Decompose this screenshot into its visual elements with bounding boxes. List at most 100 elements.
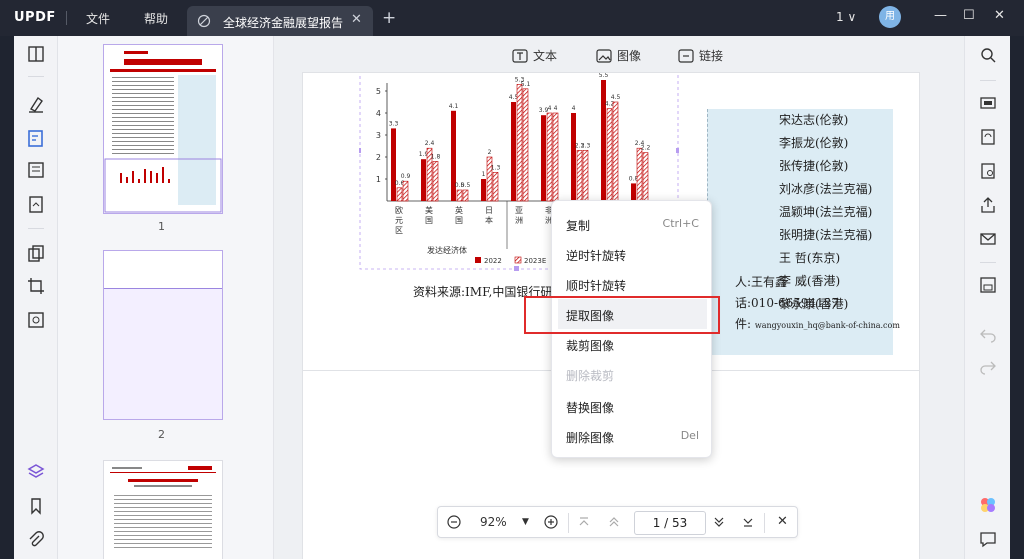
page-thumbnail-1[interactable] [103,44,223,214]
menu-help[interactable]: 帮助 [144,10,168,27]
contact-name: 王 哲(东京) [779,251,841,265]
image-tool[interactable]: 图像 [596,47,641,64]
legend-label: 2023E [524,257,546,265]
window-count[interactable]: 1 ∨ [836,10,856,24]
bookmark-icon[interactable] [26,496,46,516]
selection-handle [514,266,519,271]
zoom-dropdown-icon[interactable]: ▼ [522,517,529,527]
next-page-icon[interactable] [713,516,725,528]
menu-item-shortcut: Del [680,429,699,442]
layers-icon[interactable] [26,462,46,482]
bar-2022 [541,115,546,201]
edit-pdf-icon[interactable] [26,128,46,148]
edit-toolbar: 文本 图像 链接 [274,36,964,74]
bar-20 [582,150,589,202]
rail-divider [28,76,44,77]
thumbnail-panel: 1 2 [58,36,274,559]
page-thumbnail-3[interactable] [103,460,223,559]
menu-item-label: 删除裁剪 [566,369,615,383]
convert-icon[interactable] [979,128,997,146]
menu-item-rotate-ccw[interactable]: 逆时针旋转 [552,239,713,269]
contact-name: 李 威(香港) [779,274,841,288]
x-tick-label: 国 [455,216,463,225]
data-label: 2.2 [641,145,651,152]
contact-name: 宋达志(伦敦) [779,113,849,127]
y-tick-label: 2 [376,153,381,162]
legend-swatch [514,256,522,264]
menu-item-label: 顺时针旋转 [566,279,627,293]
bar-2023E [636,147,643,202]
y-tick-label: 4 [376,109,381,118]
first-page-icon[interactable] [578,516,590,528]
close-tab-icon[interactable]: ✕ [351,12,362,27]
previous-page-icon[interactable] [608,516,620,528]
window-edge [1010,36,1024,559]
ocr-icon[interactable] [979,94,997,112]
data-label: 2 [488,149,492,156]
close-toolbar-icon[interactable]: ✕ [777,514,788,529]
menu-item-delete-image[interactable]: 删除图像 Del [552,421,713,451]
highlighter-icon[interactable] [26,94,46,114]
bar-20 [522,88,529,202]
menu-file[interactable]: 文件 [86,10,110,27]
bar-2023E [576,150,583,202]
page-thumbnail-1-preview [104,45,222,213]
bar-2022 [481,179,486,201]
crop-icon[interactable] [26,276,46,296]
organize-pages-icon[interactable] [26,244,46,264]
bar-2022 [601,80,606,201]
menu-item-shortcut: Ctrl+C [662,217,699,230]
bar-20 [462,189,469,202]
document-tab[interactable]: 全球经济金融展望报告 ✕ [187,6,373,36]
bar-20 [552,112,559,202]
data-label: 4 [548,105,552,112]
page-number-input[interactable]: 1 / 53 [634,511,706,535]
comment-icon[interactable] [979,530,997,548]
link-tool[interactable]: 链接 [678,47,723,64]
bar-20 [402,180,409,202]
bar-2022 [391,128,396,201]
add-tab-icon[interactable]: + [382,8,396,28]
avatar[interactable]: 用 [879,6,901,28]
share-icon[interactable] [979,196,997,214]
save-icon[interactable] [979,276,997,294]
search-icon[interactable] [979,46,997,64]
reader-icon[interactable] [26,44,46,64]
minimize-icon[interactable]: — [934,8,947,23]
menu-item-label: 裁剪图像 [566,339,615,353]
sign-icon[interactable] [26,194,46,214]
last-page-icon[interactable] [742,516,754,528]
text-tool-label: 文本 [533,49,558,63]
zoom-level[interactable]: 92% [480,515,507,529]
zoom-in-icon[interactable] [544,515,558,529]
data-label: 2.4 [425,140,435,147]
data-label: 4 [554,105,558,112]
close-window-icon[interactable]: ✕ [994,8,1005,23]
bar-20 [642,152,649,202]
form-icon[interactable] [26,160,46,180]
link-tool-label: 链接 [699,49,724,63]
attachment-icon[interactable] [26,530,46,550]
protect-icon[interactable] [979,162,997,180]
menu-item-rotate-cw[interactable]: 顺时针旋转 [552,269,713,299]
maximize-icon[interactable]: ☐ [963,8,975,23]
contact-name: 李振龙(伦敦) [779,136,849,150]
highlight-box [524,296,720,334]
page-thumbnail-2[interactable] [103,250,223,420]
data-label: 0.9 [401,173,411,180]
legend-swatch [475,257,481,263]
app-logo: UPDF [14,10,56,25]
text-tool[interactable]: 文本 [512,47,557,64]
undo-icon[interactable] [979,326,997,344]
menu-item-copy[interactable]: 复制 Ctrl+C [552,209,713,239]
tools-icon[interactable] [26,310,46,330]
x-tick-label: 日 [485,206,493,215]
bar-2023E [546,112,553,202]
data-label: 1 [482,171,486,178]
zoom-out-icon[interactable] [447,515,461,529]
redo-icon[interactable] [979,358,997,376]
ai-assistant-icon[interactable] [979,496,997,514]
data-label: 0.5 [461,182,471,189]
menu-item-replace-image[interactable]: 替换图像 [552,391,713,421]
email-icon[interactable] [979,230,997,248]
